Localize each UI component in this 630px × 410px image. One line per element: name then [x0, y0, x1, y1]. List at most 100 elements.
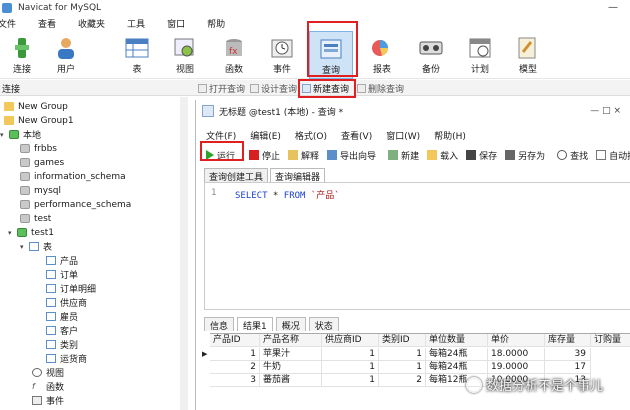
cell[interactable]: 1	[379, 348, 426, 361]
cell[interactable]: 39	[545, 348, 591, 361]
query-window-controls[interactable]: — □ ×	[590, 106, 621, 116]
load-button[interactable]: 载入	[427, 149, 458, 162]
cell[interactable]: 1	[379, 361, 426, 374]
toolbar-table-button[interactable]: 表	[115, 31, 159, 79]
tree-db-mysql[interactable]: mysql	[20, 184, 61, 197]
tab-profile[interactable]: 概况	[275, 317, 306, 332]
tab-status[interactable]: 状态	[308, 317, 339, 332]
tree-table-item[interactable]: 客户	[46, 324, 78, 337]
tree-views-folder[interactable]: 视图	[32, 366, 64, 379]
tree-db-test1[interactable]: ▾ test1	[8, 226, 54, 239]
tree-table-item[interactable]: 类别	[46, 338, 78, 351]
cell[interactable]: 3	[210, 374, 260, 387]
toolbar-report-button[interactable]: 报表	[360, 31, 404, 79]
menu-help[interactable]: 帮助	[207, 17, 225, 30]
new-button[interactable]: 新建	[388, 149, 419, 162]
toolbar-connection-button[interactable]: 连接	[0, 31, 44, 79]
tab-info[interactable]: 信息	[204, 317, 235, 332]
tree-table-item[interactable]: 供应商	[46, 296, 87, 309]
collapse-icon[interactable]: ▾	[20, 243, 27, 251]
toolbar-backup-button[interactable]: 备份	[409, 31, 453, 79]
tree-group-new-group[interactable]: New Group	[4, 100, 68, 113]
column-header[interactable]: 库存量	[545, 334, 591, 347]
tree-table-item[interactable]: 订单	[46, 268, 78, 281]
query-menu-file[interactable]: 文件(F)	[206, 129, 236, 142]
column-header[interactable]: 产品ID	[210, 334, 260, 347]
delete-query-button[interactable]: 删除查询	[357, 82, 404, 95]
cell[interactable]: 蕃茄酱	[260, 374, 322, 387]
tree-events-folder[interactable]: 事件	[32, 394, 64, 407]
tree-db-games[interactable]: games	[20, 156, 64, 169]
cell[interactable]: 牛奶	[260, 361, 322, 374]
run-button[interactable]: 运行	[206, 149, 235, 162]
menu-tools[interactable]: 工具	[127, 17, 145, 30]
sql-editor[interactable]: 1 SELECT * FROM `产品`	[204, 182, 630, 310]
toolbar-function-button[interactable]: fx 函数	[212, 31, 256, 79]
design-query-button[interactable]: 设计查询	[250, 82, 297, 95]
toolbar-event-button[interactable]: 事件	[260, 31, 304, 79]
collapse-icon[interactable]: ▾	[8, 229, 15, 237]
cell[interactable]: 1	[210, 348, 260, 361]
collapse-icon[interactable]: ▾	[0, 131, 7, 139]
column-header[interactable]: 产品名称	[260, 334, 322, 347]
save-as-button[interactable]: 另存为	[505, 149, 545, 162]
query-menu-view[interactable]: 查看(V)	[341, 129, 372, 142]
menu-window[interactable]: 窗口	[167, 17, 185, 30]
cell[interactable]: 每箱24瓶	[426, 348, 488, 361]
query-menu-edit[interactable]: 编辑(E)	[250, 129, 281, 142]
new-query-button[interactable]: 新建查询	[302, 82, 349, 95]
tab-result1[interactable]: 结果1	[237, 317, 273, 332]
tree-scrollbar[interactable]	[180, 97, 188, 410]
sql-text[interactable]: SELECT * FROM `产品`	[235, 188, 340, 201]
menu-view[interactable]: 查看	[38, 17, 56, 30]
toolbar-schedule-button[interactable]: 计划	[458, 31, 502, 79]
cell[interactable]: 1	[322, 361, 379, 374]
toolbar-view-button[interactable]: 视图	[163, 31, 207, 79]
tree-table-item[interactable]: 运货商	[46, 352, 87, 365]
find-button[interactable]: 查找	[557, 149, 588, 162]
query-menu-window[interactable]: 窗口(W)	[386, 129, 420, 142]
table-row[interactable]: 2 牛奶 1 1 每箱24瓶 19.0000 17	[210, 361, 630, 374]
column-header[interactable]: 单价	[488, 334, 545, 347]
open-query-button[interactable]: 打开查询	[198, 82, 245, 95]
cell[interactable]: 每箱24瓶	[426, 361, 488, 374]
word-wrap-button[interactable]: 自动换行	[596, 149, 630, 162]
tree-tables-folder[interactable]: ▾ 表	[20, 240, 52, 253]
export-wizard-button[interactable]: 导出向导	[327, 149, 376, 162]
tree-table-item[interactable]: 订单明细	[46, 282, 96, 295]
explain-button[interactable]: 解释	[288, 149, 319, 162]
cell[interactable]: 1	[322, 374, 379, 387]
menu-favorites[interactable]: 收藏夹	[78, 17, 105, 30]
save-button[interactable]: 保存	[466, 149, 497, 162]
cell[interactable]: 苹果汁	[260, 348, 322, 361]
tree-connection-local[interactable]: ▾ 本地	[0, 128, 41, 141]
column-header[interactable]: 类别ID	[379, 334, 426, 347]
tab-query-builder[interactable]: 查询创建工具	[204, 168, 269, 183]
cell[interactable]: 2	[210, 361, 260, 374]
minimize-button[interactable]: —	[608, 2, 618, 13]
query-menu-format[interactable]: 格式(O)	[295, 129, 327, 142]
toolbar-model-button[interactable]: 模型	[506, 31, 550, 79]
query-menu-help[interactable]: 帮助(H)	[434, 129, 466, 142]
tree-db-performance-schema[interactable]: performance_schema	[20, 198, 131, 211]
tree-table-item[interactable]: 产品	[46, 254, 78, 267]
column-header[interactable]: 订购量	[591, 334, 630, 347]
column-header[interactable]: 单位数量	[426, 334, 488, 347]
table-row[interactable]: ▶ 1 苹果汁 1 1 每箱24瓶 18.0000 39	[202, 348, 630, 361]
tree-db-information-schema[interactable]: information_schema	[20, 170, 126, 183]
tree-functions-folder[interactable]: f 函数	[32, 380, 64, 393]
toolbar-query-button[interactable]: 查询	[309, 31, 353, 79]
stop-button[interactable]: 停止	[249, 149, 280, 162]
tree-group-new-group1[interactable]: New Group1	[4, 114, 74, 127]
tree-db-frbbs[interactable]: frbbs	[20, 142, 57, 155]
toolbar-user-button[interactable]: 用户	[44, 31, 88, 79]
tab-query-editor[interactable]: 查询编辑器	[270, 168, 326, 183]
cell[interactable]: 17	[545, 361, 591, 374]
menu-file[interactable]: 文件	[0, 17, 16, 30]
cell[interactable]: 2	[379, 374, 426, 387]
cell[interactable]: 18.0000	[488, 348, 545, 361]
tree-table-item[interactable]: 雇员	[46, 310, 78, 323]
cell[interactable]: 1	[322, 348, 379, 361]
column-header[interactable]: 供应商ID	[322, 334, 379, 347]
cell[interactable]: 19.0000	[488, 361, 545, 374]
